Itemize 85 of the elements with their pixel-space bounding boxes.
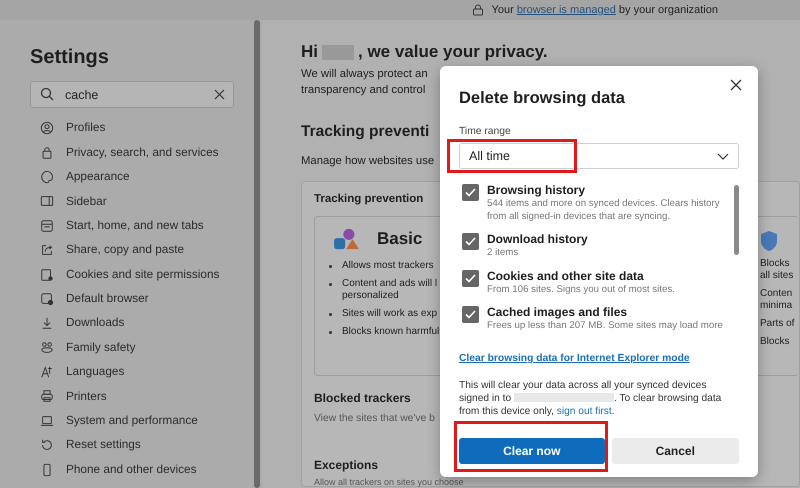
nav-item[interactable]: Reset settings (30, 433, 235, 458)
managed-link[interactable]: browser is managed (516, 4, 616, 16)
greeting-text: Hi (301, 42, 318, 62)
managed-notice: Your browser is managed by your organization (492, 2, 718, 18)
close-icon (730, 78, 742, 91)
option-bullet-text: Allows most trackers (342, 260, 434, 272)
option-bullet-text: Content and ads will l personalized (342, 278, 438, 302)
nav-item[interactable]: Sidebar (30, 189, 235, 214)
language-icon (40, 365, 54, 380)
option-description: 2 items (487, 247, 520, 260)
option-label: Browsing history (487, 183, 586, 198)
clear-icon[interactable] (214, 89, 225, 100)
time-range-select[interactable]: All time (459, 143, 739, 170)
sign-out-link[interactable]: sign out first (556, 406, 612, 417)
option-bullet-text: Conten minima (760, 288, 792, 312)
nav-item[interactable]: Downloads (30, 311, 235, 336)
scrollbar[interactable] (734, 185, 739, 256)
greeting-text: , we value your privacy. (358, 42, 548, 62)
checkbox[interactable] (462, 233, 479, 250)
palette-icon (40, 170, 54, 184)
printer-icon (40, 389, 54, 404)
window-icon (40, 218, 54, 233)
subsection-title: Exceptions (314, 457, 378, 474)
reset-icon (40, 438, 54, 452)
option-description: 544 items and more on synced devices. Clears history from all signed-in devices that are syncing. (487, 198, 721, 224)
checkbox[interactable] (462, 184, 479, 202)
subsection-title: Blocked trackers (314, 390, 411, 408)
nav-item[interactable]: System and performance (30, 408, 235, 434)
search-field[interactable]: cache (30, 81, 234, 108)
nav-item[interactable]: Default browser (30, 286, 235, 312)
checkbox[interactable] (462, 306, 479, 324)
lock-icon (40, 146, 54, 160)
option-bullet-text: Sites will work as exp (342, 308, 438, 320)
laptop-icon (40, 414, 54, 428)
nav-item[interactable]: Printers (30, 384, 235, 409)
option-bullet-text: Blocks (760, 336, 790, 348)
redacted-name (322, 44, 354, 60)
nav-item[interactable]: Profiles (30, 116, 235, 140)
profile-icon (40, 121, 54, 136)
download-icon (40, 316, 54, 330)
checkmark-icon (465, 274, 476, 283)
checkmark-icon (465, 188, 476, 198)
clear-now-button[interactable]: Clear now (459, 438, 604, 464)
nav-item[interactable]: Family safety (30, 336, 235, 360)
shapes-icon (333, 227, 361, 252)
shield-icon (760, 230, 778, 252)
lock-icon (472, 4, 484, 16)
cancel-button[interactable]: Cancel (612, 438, 739, 464)
option-label: Cached images and files (487, 305, 628, 320)
intro-text: transparency and control (301, 83, 426, 98)
nav-item[interactable]: Start, home, and new tabs (30, 214, 235, 238)
field-label: Time range (459, 124, 511, 139)
checkbox[interactable] (462, 270, 479, 287)
nav-item[interactable]: Share, copy and paste (30, 238, 235, 262)
option-bullet-text: Parts of (760, 318, 794, 330)
dialog-title: Delete browsing data (459, 88, 625, 109)
nav-item[interactable]: Appearance (30, 164, 235, 190)
subsection-description: Allow all trackers on sites you choose (314, 478, 464, 486)
nav-item[interactable]: Cookies and site permissions (30, 262, 235, 287)
search-icon (40, 87, 54, 101)
card-title: Tracking prevention (314, 192, 424, 208)
nav-item[interactable]: Phone and other devices (30, 457, 235, 482)
sidebar-icon (40, 194, 54, 208)
settings-title: Settings (30, 45, 109, 70)
option-title: Basic (377, 228, 422, 250)
option-description: From 106 sites. Signs you out of most sites. (487, 284, 675, 296)
option-bullet-text: Blocks known harmful (342, 326, 440, 338)
family-icon (40, 340, 54, 355)
option-label: Cookies and other site data (487, 268, 645, 284)
scrollbar[interactable] (254, 20, 260, 488)
checkmark-icon (465, 237, 476, 246)
chevron-down-icon (717, 152, 729, 160)
nav-item[interactable]: Privacy, search, and services (30, 140, 235, 165)
option-description: Frees up less than 207 MB. Some sites may load more (487, 320, 723, 333)
option-bullet-text: Blocks all sites (760, 258, 794, 282)
sync-note: This will clear your data across all your synced devices signed in to . To clear browsing data from this device only, sign out first. (459, 378, 722, 418)
share-icon (40, 243, 54, 258)
ie-mode-link[interactable]: Clear browsing data for Internet Explorer mode (459, 351, 690, 367)
nav-item[interactable]: Languages (30, 360, 235, 384)
subsection-description: View the sites that we've b (314, 412, 435, 426)
checkmark-icon (465, 310, 476, 320)
option-label: Download history (487, 232, 588, 248)
intro-text: We will always protect an (301, 67, 428, 82)
section-title: Tracking preventi (301, 122, 430, 142)
section-description: Manage how websites use (301, 154, 434, 170)
